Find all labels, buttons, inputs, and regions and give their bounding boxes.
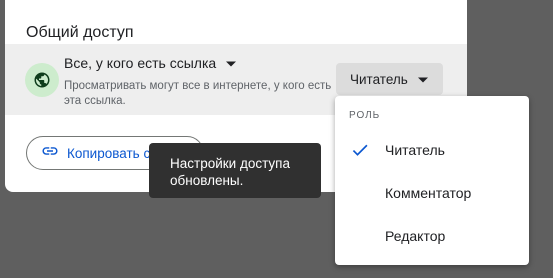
snackbar-message: Настройки доступа обновлены. [170,156,290,188]
role-select-label: Читатель [350,71,408,87]
role-menu-item-editor[interactable]: Редактор [335,216,529,256]
link-scope-label: Все, у кого есть ссылка [64,55,217,71]
check-icon [335,140,385,160]
general-access-title: Общий доступ [26,24,134,41]
arrow-drop-down-icon [226,54,237,72]
role-menu-header: РОЛЬ [349,110,381,121]
role-menu-item-commenter[interactable]: Комментатор [335,173,529,213]
link-scope-select[interactable]: Все, у кого есть ссылка [64,54,237,72]
role-select[interactable]: Читатель [336,63,443,95]
link-scope-description: Просматривать могут все в интернете, у к… [64,80,332,107]
role-menu-item-label: Комментатор [385,185,472,201]
arrow-drop-down-icon [417,70,428,88]
role-menu-item-viewer[interactable]: Читатель [335,130,529,170]
role-menu-item-label: Читатель [385,142,445,158]
snackbar: Настройки доступа обновлены. [149,143,321,198]
globe-icon [25,63,59,97]
role-menu: РОЛЬ Читатель Комментатор Редактор [335,96,529,265]
link-icon [41,142,59,165]
role-menu-item-label: Редактор [385,228,446,244]
